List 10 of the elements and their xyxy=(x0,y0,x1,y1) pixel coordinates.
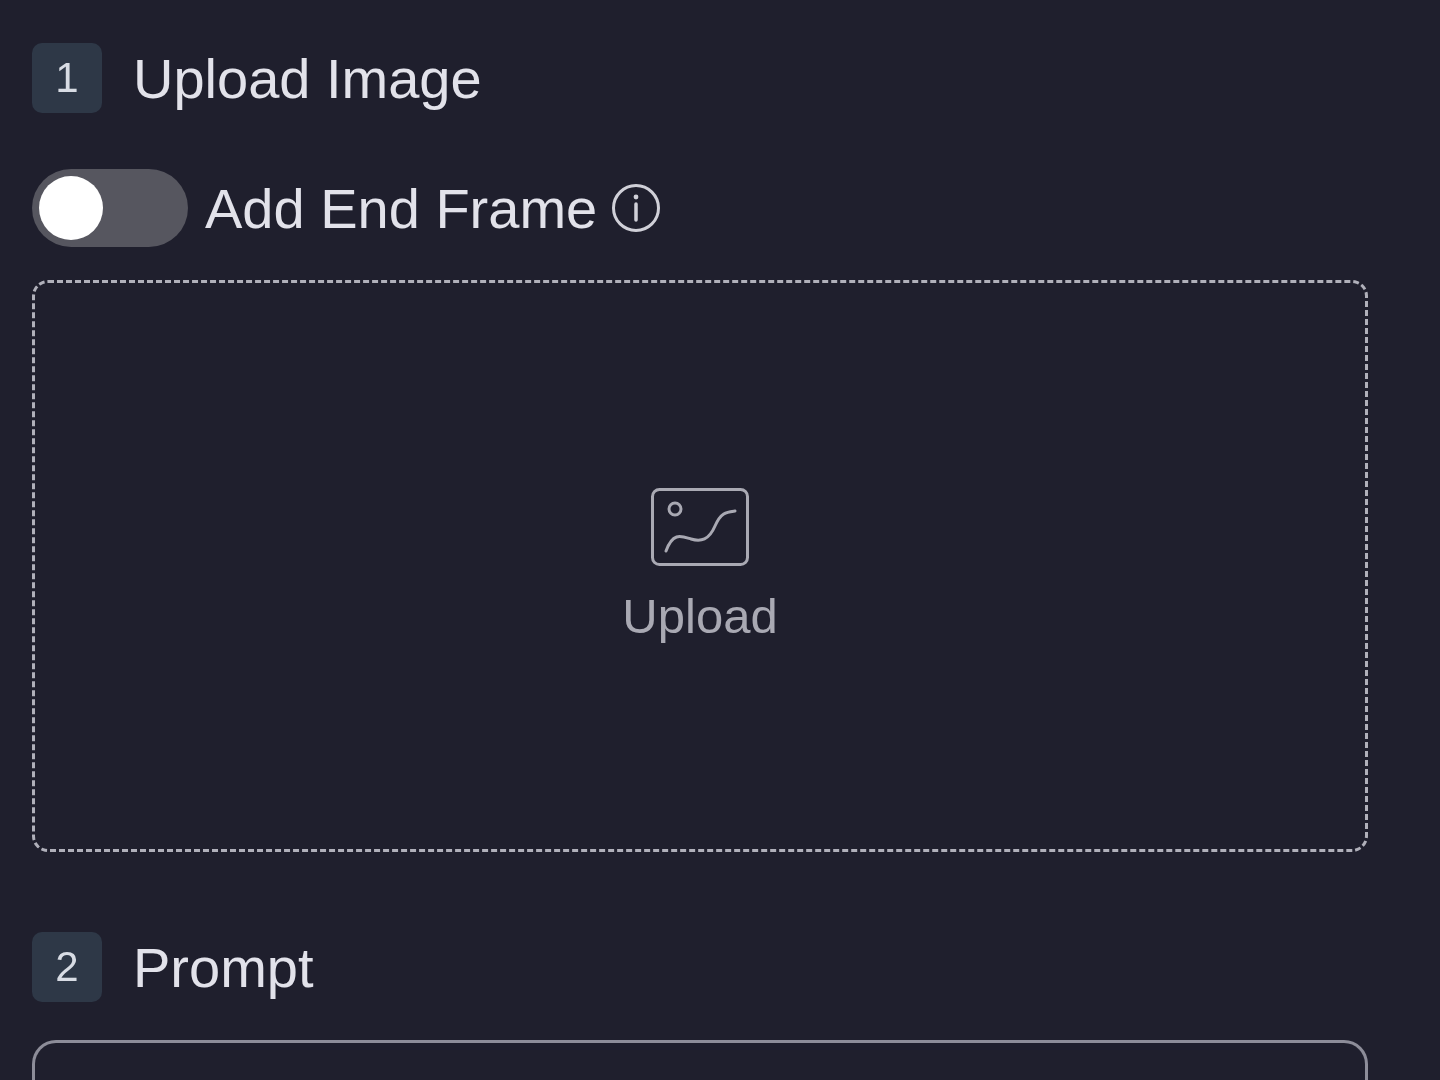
section-title: Upload Image xyxy=(133,45,482,111)
section-title: Prompt xyxy=(133,934,314,1000)
image-icon xyxy=(651,488,749,566)
info-icon xyxy=(611,183,662,233)
step-number: 2 xyxy=(32,932,102,1002)
prompt-input[interactable] xyxy=(32,1040,1368,1080)
toggle-label: Add End Frame xyxy=(205,175,598,241)
upload-label: Upload xyxy=(622,588,778,644)
upload-dropzone[interactable]: Upload xyxy=(32,280,1368,852)
step-number: 1 xyxy=(32,43,102,113)
